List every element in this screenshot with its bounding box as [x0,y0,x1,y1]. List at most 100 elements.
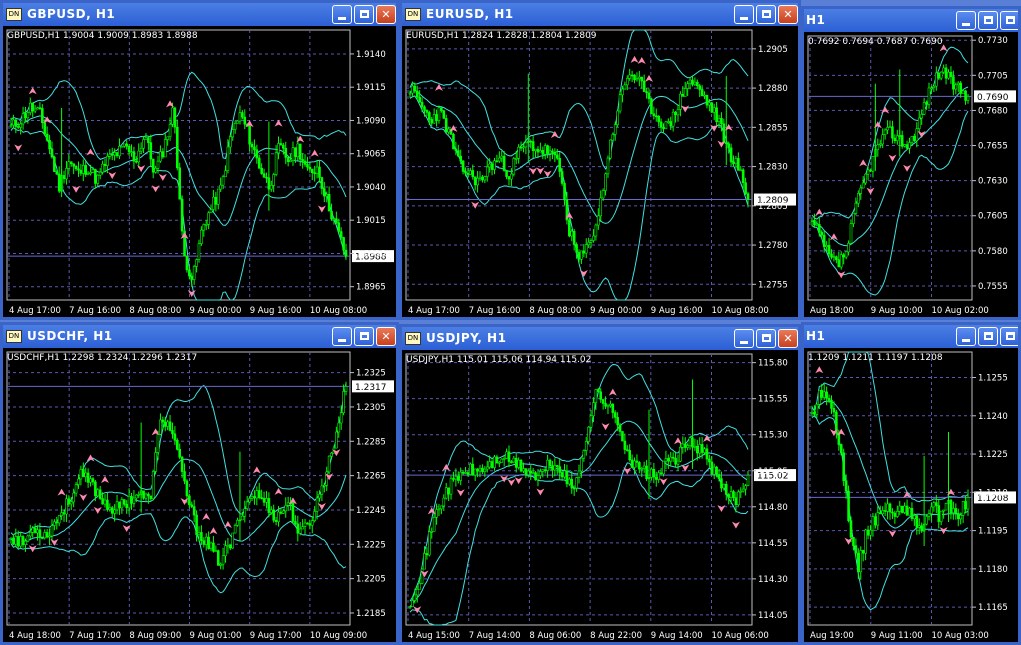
candle-body [53,521,56,526]
chart-svg: EURUSD,H1 1.2824 1.2828 1.2804 1.2809 1.… [405,29,796,316]
x-tick-label: 8 Aug 08:00 [529,306,581,316]
y-tick-label: 1.9090 [356,116,386,126]
candle-body [277,143,280,154]
candle-body [876,144,880,151]
chart-area[interactable]: GBPUSD,H1 1.9004 1.9009 1.8983 1.8988 1.… [3,26,396,317]
chart-area[interactable]: USDJPY,H1 115.01 115.06 114.94 115.02 11… [402,350,798,642]
candle-body [118,145,121,157]
candle-body [558,157,561,172]
candle-body [635,78,639,81]
candle-body [623,84,627,90]
candle-body [144,137,148,140]
minimize-button[interactable] [332,5,352,24]
candle-body [587,242,590,245]
maximize-button[interactable] [756,329,776,348]
candle-body [415,90,419,98]
candle-body [553,465,557,471]
candle-body [657,472,660,480]
candle-body [418,96,421,103]
candle-body [469,463,472,475]
title-bar[interactable]: H1 [804,325,1018,348]
chart-area[interactable]: USDCHF,H1 1.2298 1.2324 1.2296 1.2317 1.… [3,348,396,642]
y-tick-label: 1.2305 [356,403,386,413]
candle-body [48,535,51,538]
candle-body [827,398,831,401]
candle-body [599,391,603,400]
candle-body [248,498,251,503]
x-tick-label: 8 Aug 06:00 [529,631,581,641]
candle-body [517,459,520,468]
candle-body [16,126,20,128]
minimize-button[interactable] [734,329,754,348]
candle-body [168,421,172,431]
chart-area[interactable]: 0.7692 0.7694 0.7687 0.7690 0.7690 0.773… [804,32,1018,317]
window-title: GBPUSD, H1 [27,7,116,21]
restore-button[interactable] [1000,11,1018,30]
candle-body [96,489,100,497]
candle-body [633,74,636,81]
candle-body [589,415,593,428]
candle-body [920,114,923,119]
candle-body [592,235,595,241]
candle-body [294,521,297,525]
candle-body [296,143,300,158]
x-tick-label: 9 Aug 16:00 [250,306,302,316]
candle-body [667,121,670,123]
candle-body [910,507,914,519]
maximize-button[interactable] [978,11,998,30]
candle-body [192,506,196,516]
maximize-button[interactable] [354,327,374,346]
y-tick-label: 1.1255 [978,374,1008,384]
candle-body [628,74,631,79]
minimize-button[interactable] [956,11,976,30]
chart-window-gbpusd[interactable]: DN GBPUSD, H1 ✕ GBPUSD,H1 1.9004 1.9009 … [0,0,399,320]
candle-body [296,523,300,534]
candle-body [154,452,157,472]
title-bar[interactable]: H1 [804,9,1018,32]
window-title: USDJPY, H1 [426,331,507,345]
y-tick-label: 0.7605 [978,212,1008,222]
minimize-button[interactable] [734,5,754,24]
maximize-button[interactable] [756,5,776,24]
close-button[interactable]: ✕ [778,329,798,348]
plot-content [807,351,973,626]
candle-body [423,106,426,111]
x-tick-label: 7 Aug 16:00 [469,306,521,316]
candle-body [681,93,685,97]
candle-body [839,254,843,268]
candle-body [739,490,743,493]
close-button[interactable]: ✕ [376,327,396,346]
candle-body [710,102,714,113]
candle-body [41,537,44,539]
candle-body [548,459,552,466]
chart-area[interactable]: EURUSD,H1 1.2824 1.2828 1.2804 1.2809 1.… [402,26,798,317]
maximize-button[interactable] [978,327,998,346]
candle-body [548,150,552,154]
restore-button[interactable] [1000,327,1018,346]
candle-body [606,157,610,175]
minimize-button[interactable] [332,327,352,346]
minimize-button[interactable] [956,327,976,346]
candle-body [255,149,259,159]
close-button[interactable]: ✕ [376,5,396,24]
fractal-down-arrow-icon [529,167,538,175]
title-bar[interactable]: DN EURUSD, H1 ✕ [402,3,798,26]
candle-body [563,470,566,478]
candle-body [674,111,677,116]
candle-body [864,173,867,184]
candle-body [737,491,740,505]
chart-area[interactable]: 1.1209 1.1211 1.1197 1.1208 1.1208 1.125… [804,348,1018,642]
candle-body [589,240,593,243]
maximize-button[interactable] [354,5,374,24]
candle-body [79,469,83,480]
chart-window-usdchf[interactable]: DN USDCHF, H1 ✕ USDCHF,H1 1.2298 1.2324 … [0,322,399,645]
title-bar[interactable]: DN USDJPY, H1 ✕ [402,327,798,350]
chart-window-usdjpy[interactable]: DN USDJPY, H1 ✕ USDJPY,H1 115.01 115.06 … [399,324,801,645]
chart-window-partial-bottom[interactable]: H1 1.1209 1.1211 1.1197 1.1208 1.1208 1.… [801,322,1021,645]
title-bar[interactable]: DN USDCHF, H1 ✕ [3,325,396,348]
close-button[interactable]: ✕ [778,5,798,24]
chart-window-partial-top[interactable]: H1 0.7692 0.7694 0.7687 0.7690 0.7690 0.… [801,6,1021,320]
chart-window-eurusd[interactable]: DN EURUSD, H1 ✕ EURUSD,H1 1.2824 1.2828 … [399,0,801,320]
title-bar[interactable]: DN GBPUSD, H1 ✕ [3,3,396,26]
candle-body [291,502,295,522]
